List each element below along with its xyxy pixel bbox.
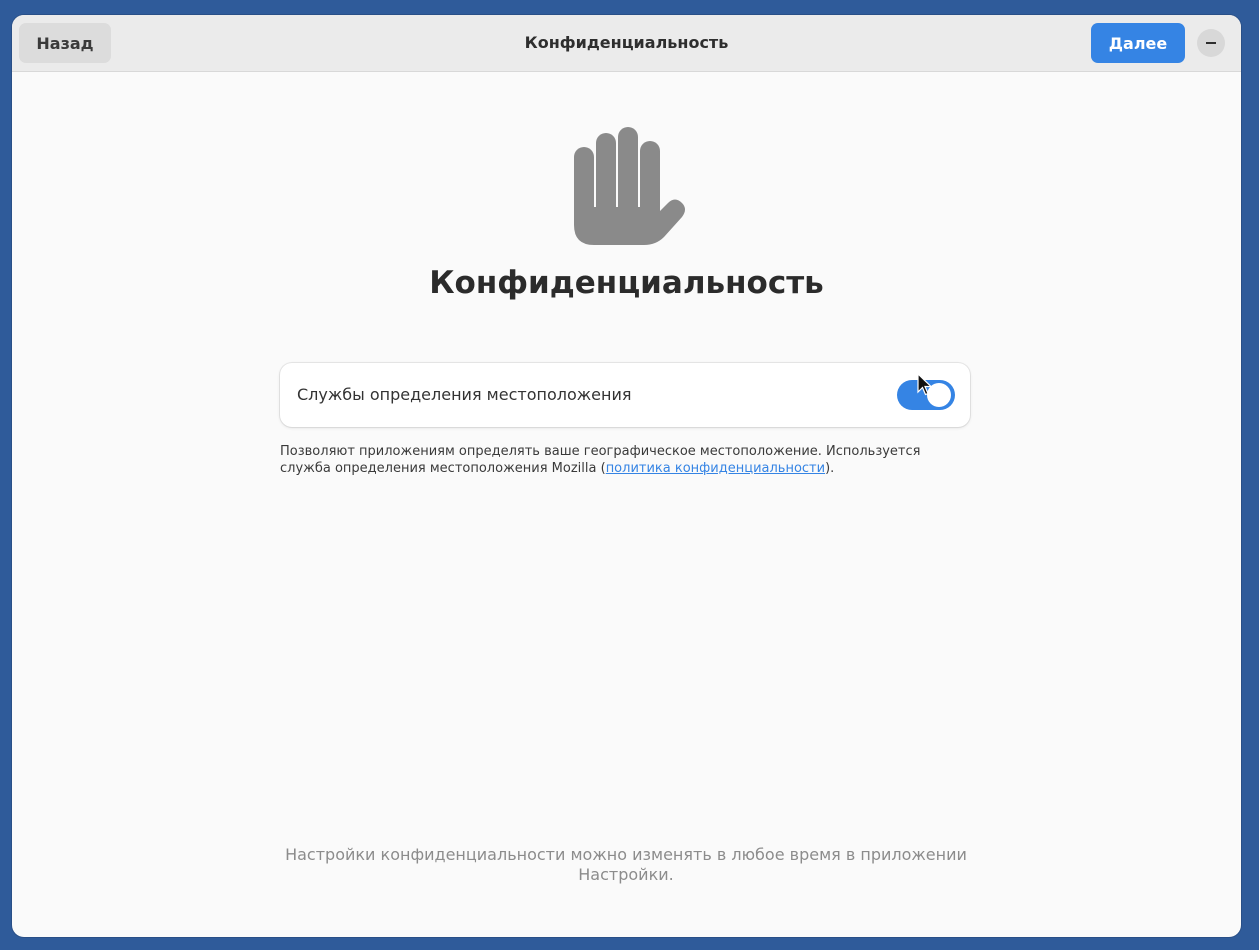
minimize-icon <box>1206 42 1216 44</box>
description-suffix: ). <box>825 461 835 476</box>
mouse-pointer-icon <box>917 373 933 396</box>
footer-note: Настройки конфиденциальности можно измен… <box>285 845 967 884</box>
privacy-policy-link[interactable]: политика конфиденциальности <box>606 461 825 476</box>
back-button[interactable]: Назад <box>19 23 111 63</box>
header-bar: Назад Конфиденциальность Далее <box>12 15 1241 72</box>
hand-icon <box>574 127 685 245</box>
location-services-row[interactable]: Службы определения местоположения <box>280 363 970 427</box>
next-button[interactable]: Далее <box>1091 23 1185 63</box>
initial-setup-window: Назад Конфиденциальность Далее Конфиденц… <box>12 15 1241 937</box>
minimize-button[interactable] <box>1197 29 1225 57</box>
page-title: Конфиденциальность <box>429 265 824 301</box>
location-services-label: Службы определения местоположения <box>297 385 632 404</box>
window-title: Конфиденциальность <box>524 33 729 52</box>
location-description: Позволяют приложениям определять ваше ге… <box>280 443 970 477</box>
